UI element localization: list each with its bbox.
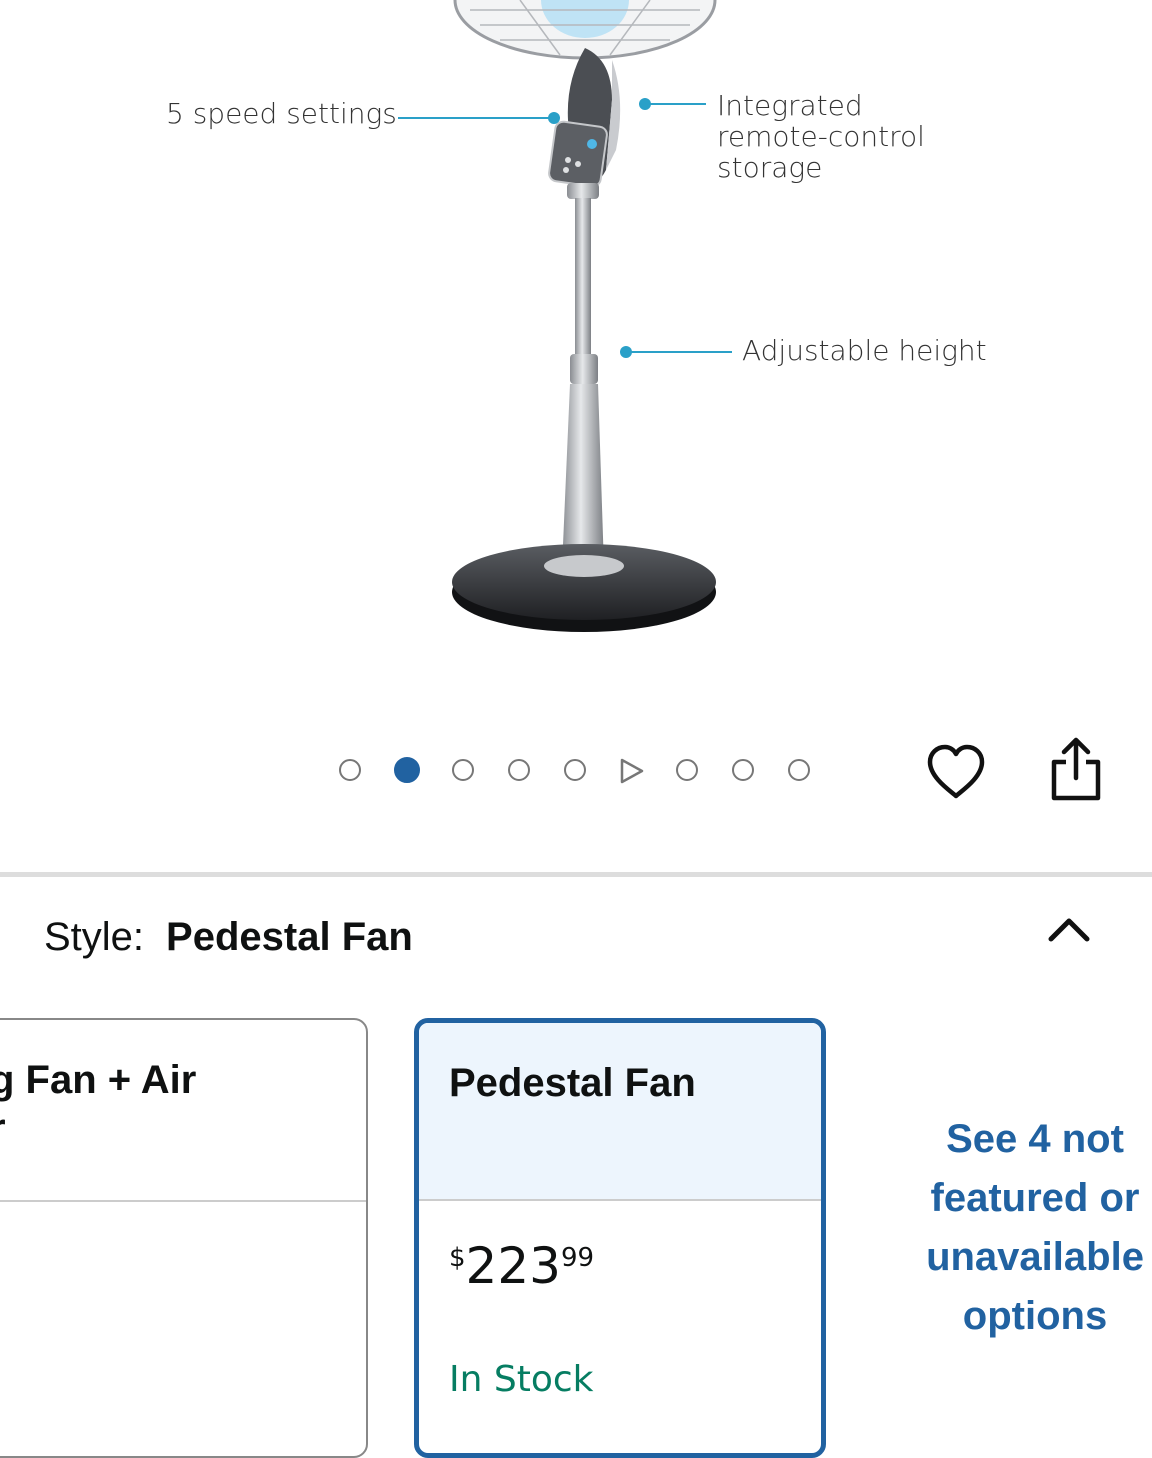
carousel-dot[interactable] bbox=[732, 759, 754, 781]
carousel-dot[interactable] bbox=[564, 759, 586, 781]
carousel-dot-active[interactable] bbox=[394, 757, 420, 783]
share-icon bbox=[1046, 737, 1106, 808]
share-button[interactable] bbox=[1046, 734, 1106, 809]
carousel-dot[interactable] bbox=[676, 759, 698, 781]
price: $22399 bbox=[449, 1237, 594, 1295]
carousel-dot[interactable] bbox=[339, 759, 361, 781]
chevron-up-icon bbox=[1046, 918, 1092, 950]
section-divider bbox=[0, 872, 1152, 877]
collapse-style-button[interactable] bbox=[1046, 912, 1092, 951]
style-option-card-selected[interactable]: Pedestal Fan $22399 In Stock bbox=[414, 1018, 826, 1458]
callout-remote-storage-line2: remote-control bbox=[717, 120, 925, 153]
see-unavailable-options-link[interactable]: See 4 not featured or unavailable option… bbox=[880, 1110, 1152, 1346]
callout-remote-storage-line3: storage bbox=[717, 151, 823, 184]
card-divider bbox=[419, 1199, 821, 1201]
price-fraction: 99 bbox=[560, 1243, 595, 1273]
play-icon[interactable] bbox=[618, 757, 646, 790]
style-option-title: Pedestal Fan bbox=[449, 1061, 696, 1105]
carousel-dot[interactable] bbox=[452, 759, 474, 781]
style-option-card[interactable]: g Fan + Air r bbox=[0, 1018, 368, 1458]
heart-icon bbox=[924, 744, 988, 808]
card-divider bbox=[0, 1200, 366, 1202]
style-label: Style: bbox=[44, 915, 145, 959]
style-option-title-line2: r bbox=[0, 1106, 6, 1151]
style-option-title: g Fan + Air bbox=[0, 1058, 197, 1102]
carousel-dot[interactable] bbox=[788, 759, 810, 781]
carousel-dot[interactable] bbox=[508, 759, 530, 781]
price-whole: 223 bbox=[465, 1237, 561, 1295]
price-currency: $ bbox=[449, 1243, 466, 1273]
style-selected-value: Pedestal Fan bbox=[166, 915, 413, 959]
wishlist-button[interactable] bbox=[924, 740, 988, 809]
callout-adjustable-height: Adjustable height bbox=[742, 334, 987, 367]
product-image[interactable]: 5 speed settings Integrated remote-contr… bbox=[0, 0, 1152, 720]
callout-speed-settings: 5 speed settings bbox=[166, 97, 397, 130]
card-header bbox=[419, 1023, 821, 1199]
style-selector-header: Style: Pedestal Fan bbox=[44, 915, 413, 960]
availability-status: In Stock bbox=[449, 1359, 594, 1400]
callout-remote-storage-line1: Integrated bbox=[717, 89, 863, 122]
